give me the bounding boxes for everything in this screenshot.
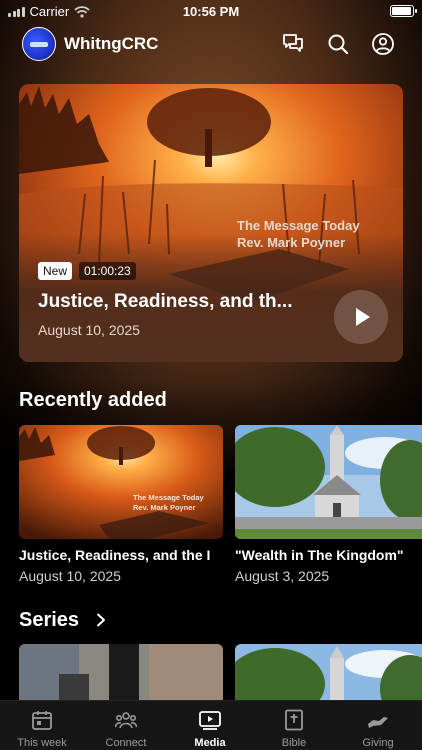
series-church-photo [235, 644, 422, 704]
status-time: 10:56 PM [182, 4, 240, 19]
tab-giving[interactable]: Giving [336, 701, 420, 750]
battery-icon [390, 5, 417, 17]
tab-label: Bible [281, 737, 307, 749]
duration-badge: 01:00:23 [79, 262, 136, 280]
play-button[interactable] [334, 290, 388, 344]
tab-bible[interactable]: Bible [252, 701, 336, 750]
media-thumbnail[interactable] [235, 425, 422, 539]
tab-label: Giving [362, 737, 394, 749]
tab-bar: This week Connect Media Bible Giving [0, 700, 422, 750]
tab-label: This week [17, 737, 67, 749]
bible-icon [285, 709, 303, 731]
chevron-right-icon[interactable] [96, 613, 106, 627]
featured-title: Justice, Readiness, and th... [38, 291, 293, 312]
search-icon[interactable] [326, 32, 350, 56]
new-badge: New [38, 262, 73, 280]
status-bar: Carrier 10:56 PM [0, 0, 422, 22]
media-thumbnail[interactable]: The Message Today Rev. Mark Poyner [19, 425, 223, 539]
series-artwork [19, 644, 223, 704]
media-title[interactable]: "Wealth in The Kingdom" [235, 547, 422, 563]
app-header: WhitngCRC [0, 24, 422, 64]
church-photo [235, 425, 422, 539]
media-date: August 10, 2025 [19, 568, 121, 584]
profile-icon[interactable] [371, 32, 395, 56]
tab-label: Connect [105, 737, 147, 749]
recently-added-heading: Recently added [19, 389, 167, 411]
app-title: WhitngCRC [64, 34, 159, 53]
tab-this-week[interactable]: This week [0, 701, 84, 750]
church-logo[interactable] [22, 27, 56, 61]
series-thumbnail[interactable] [235, 644, 422, 704]
series-thumbnail[interactable] [19, 644, 223, 704]
thumbnail-caption: The Message Today Rev. Mark Poyner [133, 493, 204, 512]
people-icon [115, 712, 137, 729]
media-artwork [19, 425, 223, 539]
featured-date: August 10, 2025 [38, 322, 140, 338]
media-title[interactable]: Justice, Readiness, and the I [19, 547, 223, 563]
tab-label: Media [194, 737, 226, 749]
chat-icon[interactable] [281, 32, 305, 56]
media-date: August 3, 2025 [235, 568, 330, 584]
play-screen-icon [199, 711, 221, 730]
tab-media[interactable]: Media [168, 701, 252, 750]
calendar-icon [32, 711, 52, 730]
series-heading[interactable]: Series [19, 609, 79, 632]
artwork-caption: The Message Today Rev. Mark Poyner [237, 218, 360, 250]
featured-sermon-card[interactable]: The Message Today Rev. Mark Poyner New 0… [19, 84, 403, 362]
tab-connect[interactable]: Connect [84, 701, 168, 750]
giving-hand-icon [368, 717, 388, 728]
